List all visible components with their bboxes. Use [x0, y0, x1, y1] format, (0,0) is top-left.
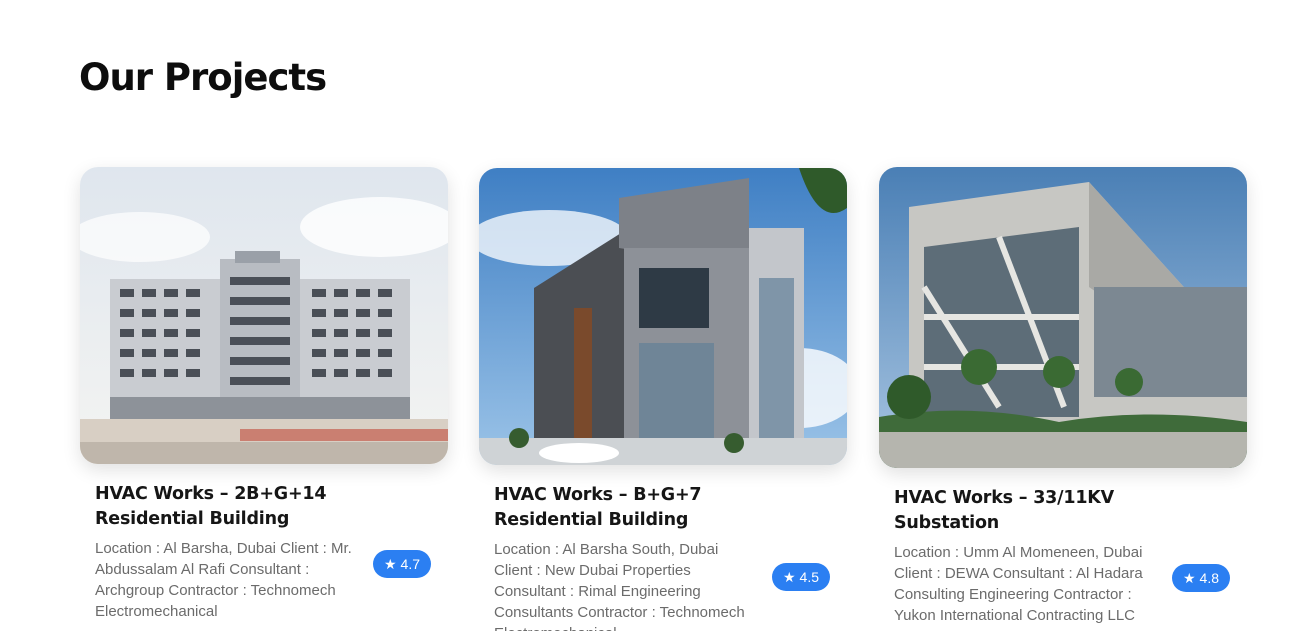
- rating-value: 4.5: [799, 569, 820, 585]
- project-title[interactable]: HVAC Works – B+G+7 Residential Building: [494, 483, 754, 533]
- project-card[interactable]: HVAC Works – B+G+7 Residential Building …: [479, 168, 847, 631]
- rating-badge: ★ 4.5: [772, 563, 830, 591]
- project-description: Location : Al Barsha South, Dubai Client…: [494, 541, 745, 631]
- project-image[interactable]: [80, 167, 448, 464]
- project-card-body: HVAC Works – 2B+G+14 Residential Buildin…: [80, 482, 448, 622]
- rating-badge: ★ 4.8: [1172, 564, 1230, 592]
- page-title: Our Projects: [79, 56, 327, 99]
- rating-badge: ★ 4.7: [373, 550, 431, 578]
- rating-value: 4.7: [400, 556, 421, 572]
- project-description: Location : Umm Al Momeneen, Dubai Client…: [894, 544, 1143, 624]
- rating-value: 4.8: [1199, 570, 1220, 586]
- star-icon: ★: [1182, 569, 1196, 586]
- star-icon: ★: [782, 568, 796, 585]
- project-card-body: HVAC Works – 33/11KV Substation Location…: [879, 486, 1247, 626]
- star-icon: ★: [383, 555, 397, 572]
- project-image[interactable]: [479, 168, 847, 465]
- project-title[interactable]: HVAC Works – 2B+G+14 Residential Buildin…: [95, 482, 355, 532]
- project-card[interactable]: HVAC Works – 2B+G+14 Residential Buildin…: [80, 167, 448, 622]
- project-description: Location : Al Barsha, Dubai Client : Mr.…: [95, 540, 352, 620]
- project-title[interactable]: HVAC Works – 33/11KV Substation: [894, 486, 1154, 536]
- project-card-body: HVAC Works – B+G+7 Residential Building …: [479, 483, 847, 631]
- project-image[interactable]: [879, 167, 1247, 468]
- project-card[interactable]: HVAC Works – 33/11KV Substation Location…: [879, 167, 1247, 626]
